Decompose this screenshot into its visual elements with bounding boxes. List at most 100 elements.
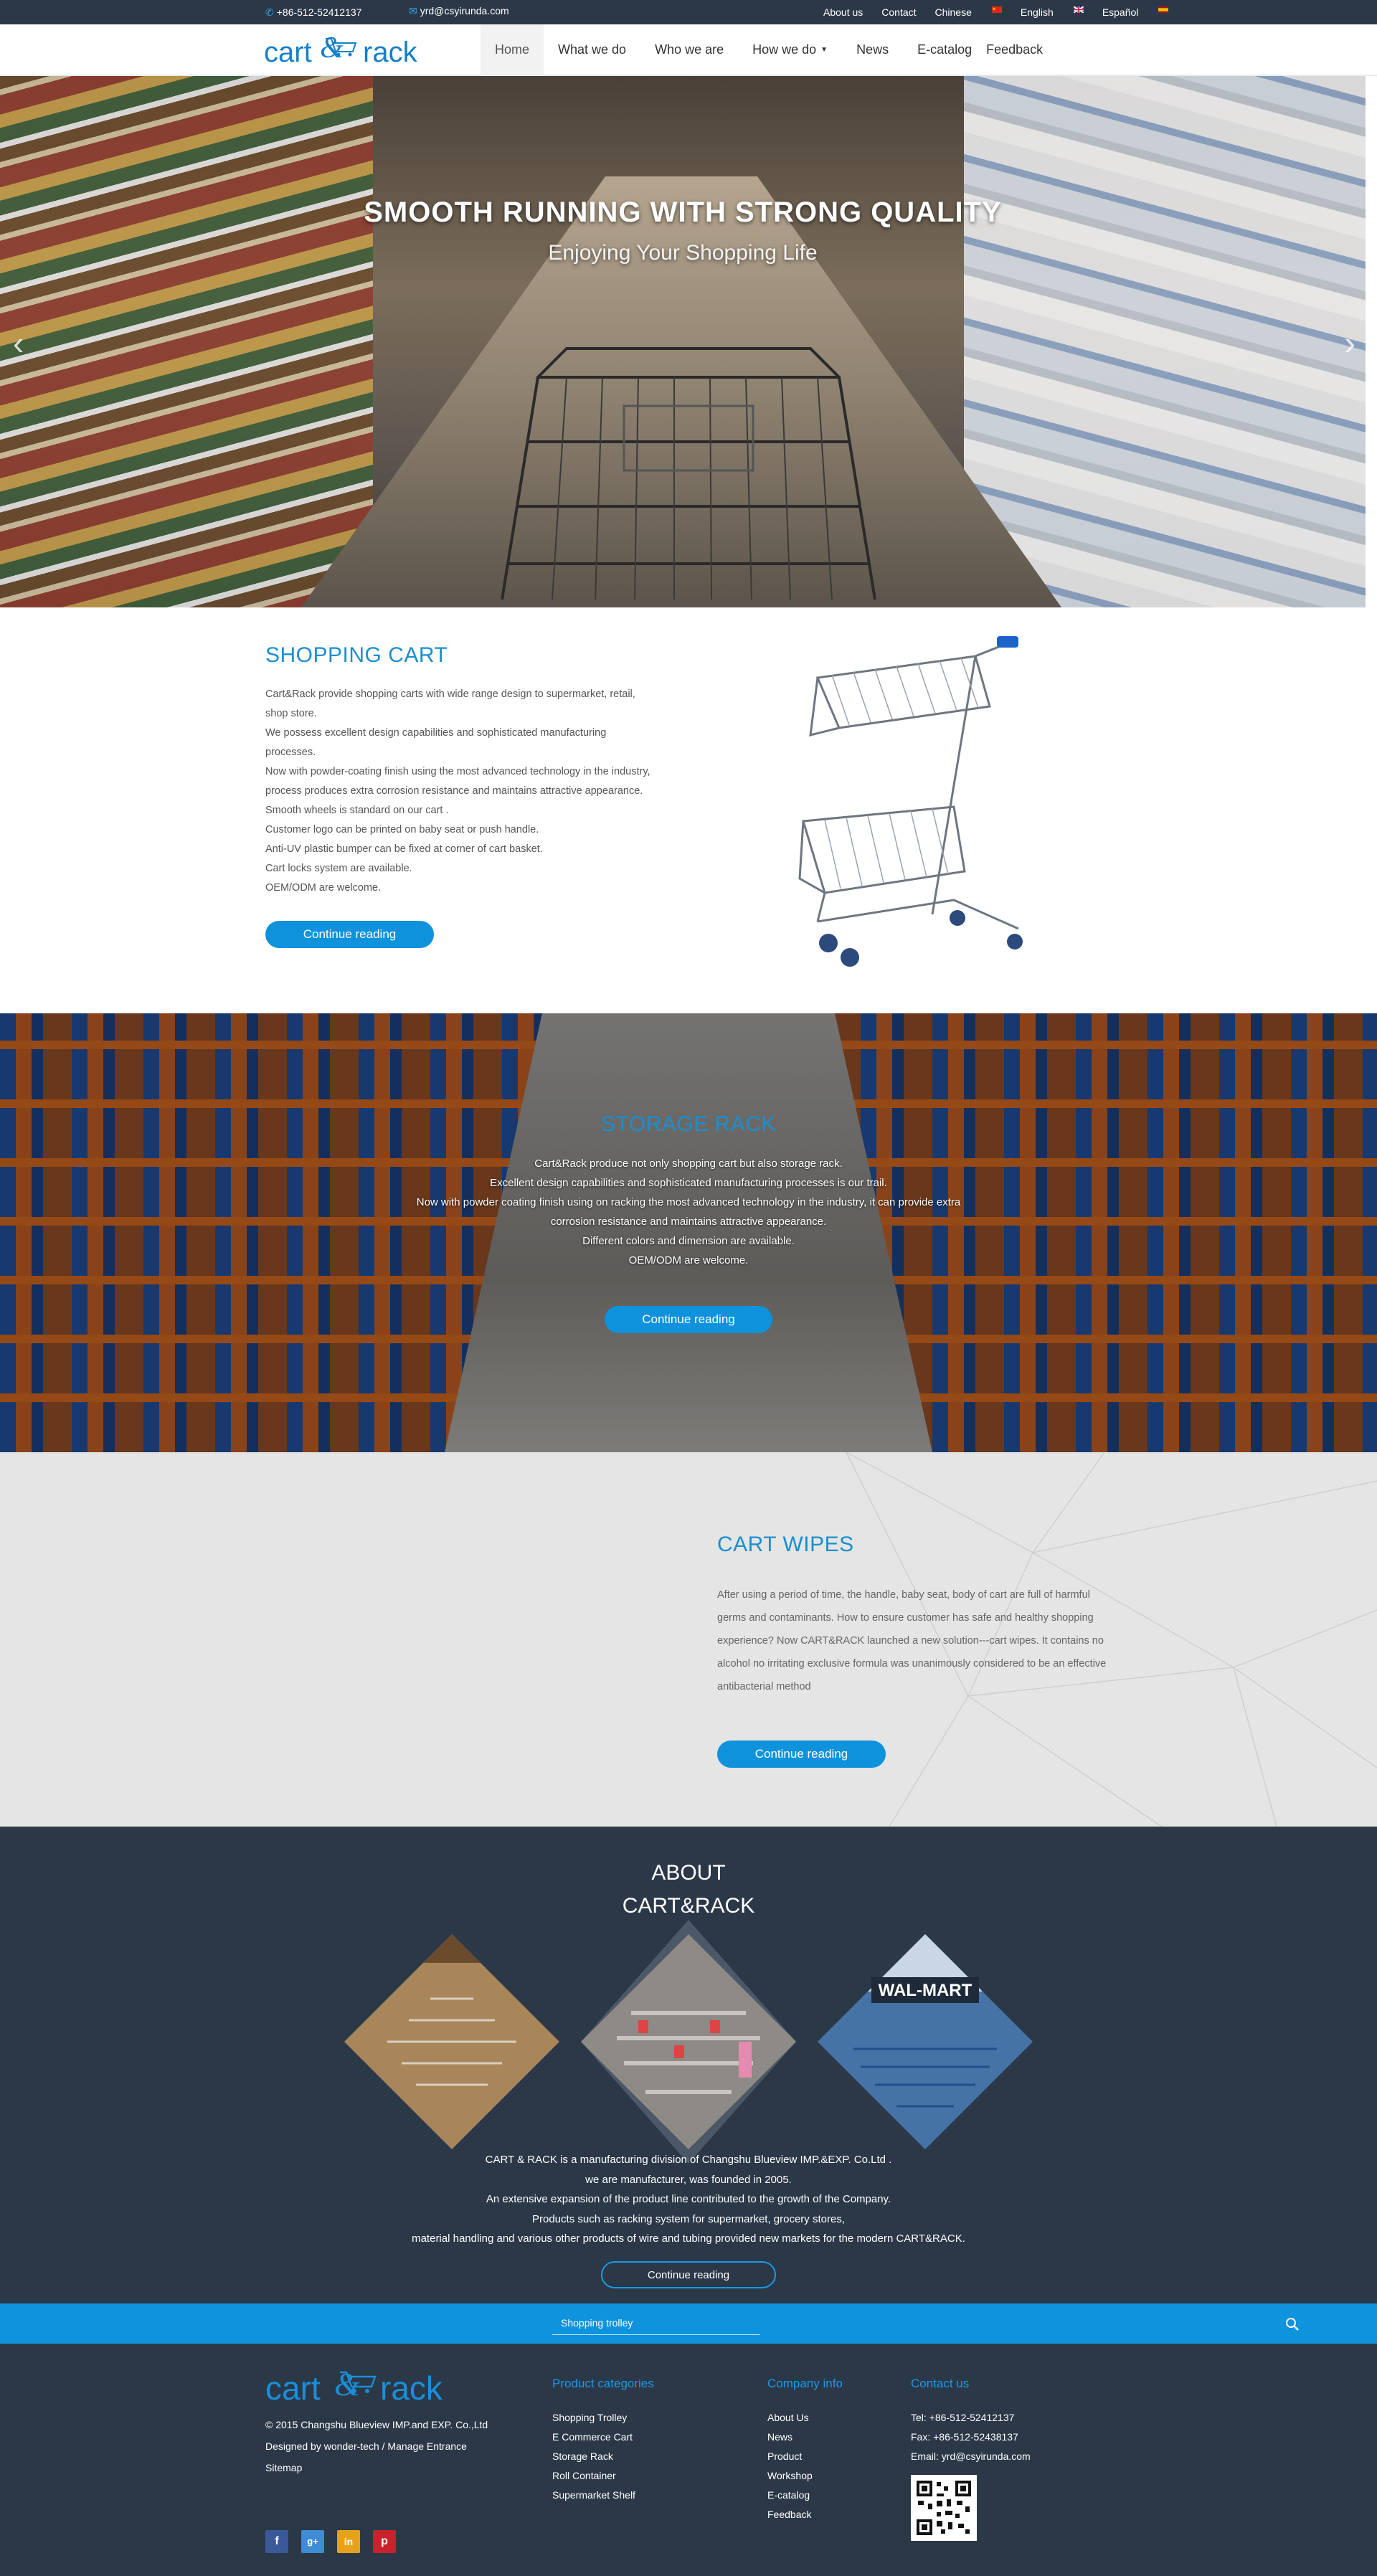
cart-wipes-line: germs and contaminants. How to ensure cu… [717,1612,1094,1624]
shopping-cart-title: SHOPPING CART [265,643,448,667]
product-categories-title: Product categories [552,2377,654,2390]
shopping-cart-line: Cart&Rack provide shopping carts with wi… [265,688,635,700]
lang-english-label[interactable]: English [1021,6,1054,18]
contact-title: Contact us [911,2377,970,2390]
top-link-contact[interactable]: Contact [881,6,916,18]
about-line: Products such as racking system for supe… [532,2212,845,2225]
about-image-walmart: WAL-MART [818,1934,1033,2149]
cart-wipes-line: alcohol no irritating exclusive formula … [717,1658,1107,1670]
storage-rack-line: Now with powder coating finish using on … [416,1196,961,1208]
shopping-cart-line: process produces extra corrosion resista… [265,785,643,797]
lang-spanish-label[interactable]: Español [1102,6,1139,18]
top-link-chinese[interactable]: Chinese [935,6,1002,18]
footer: cart & rack © 2015 Changshu Blueview IMP… [0,2344,1377,2576]
about-title-line2: CART&RACK [622,1894,755,1918]
shopping-cart-section: SHOPPING CART Cart&Rack provide shopping… [0,607,1377,1013]
hero-headline: SMOOTH RUNNING WITH STRONG QUALITY [364,196,1002,228]
about-text: CART & RACK is a manufacturing division … [0,2150,1377,2249]
svg-text:rack: rack [380,2369,443,2407]
nav-home[interactable]: Home [481,24,544,76]
search-bar [0,2303,1377,2344]
footer-link-about-us[interactable]: About Us [767,2408,843,2428]
pinterest-icon[interactable]: p [373,2530,396,2553]
china-flag-icon [991,6,1002,13]
next-slide-icon[interactable]: › [1345,323,1355,362]
hero-slider: ‹ › SMOOTH RUNNING WITH STRONG QUALITY E… [0,76,1366,607]
cart-wipes-continue-button[interactable]: Continue reading [717,1741,886,1768]
page: ✆ +86-512-52412137 ✉ yrd@csyirunda.com Abo… [0,0,1377,2576]
footer-link-supermarket-shelf[interactable]: Supermarket Shelf [552,2486,654,2505]
nav-e-catalog[interactable]: E-catalog [903,24,986,76]
nav-what-we-do[interactable]: What we do [544,24,640,76]
storage-rack-text: Cart&Rack produce not only shopping cart… [0,1154,1377,1270]
footer-link-shopping-trolley[interactable]: Shopping Trolley [552,2408,654,2428]
footer-contact: Contact us Tel: +86-512-52412137 Fax: +8… [911,2377,1031,2466]
search-icon[interactable] [1285,2317,1300,2331]
shopping-cart-line: Now with powder-coating finish using the… [265,766,650,777]
search-input[interactable] [552,2312,724,2334]
prev-slide-icon[interactable]: ‹ [13,323,24,362]
footer-logo[interactable]: cart & rack [265,2362,463,2410]
header: cart & rack Home What we do Who we are H… [0,24,1377,76]
svg-text:&: & [334,2366,360,2402]
footer-company-info: Company info About Us News Product Works… [767,2377,843,2524]
top-link-english[interactable]: English [1021,6,1084,18]
nav-how-we-do-label[interactable]: How we do [752,42,816,57]
storage-rack-line: OEM/ODM are welcome. [628,1254,749,1266]
top-link-about[interactable]: About us [823,6,863,18]
svg-text:&: & [320,32,344,65]
shopping-cart-line: We possess excellent design capabilities… [265,727,607,739]
shopping-cart-continue-button[interactable]: Continue reading [265,921,434,948]
storage-rack-line: corrosion resistance and maintains attra… [550,1216,827,1228]
top-links: About us Contact Chinese English Español [823,6,1187,18]
footer-copyright: © 2015 Changshu Blueview IMP.and EXP. Co… [265,2419,488,2430]
footer-sitemap-link[interactable]: Sitemap [265,2457,488,2478]
nav-feedback[interactable]: Feedback [986,24,1057,76]
about-line: we are manufacturer, was founded in 2005… [585,2173,792,2186]
cart-and-rack-logo[interactable]: cart & rack [264,29,429,70]
footer-link-e-commerce-cart[interactable]: E Commerce Cart [552,2428,654,2447]
top-link-spanish[interactable]: Español [1102,6,1169,18]
about-image-store-shelves [581,1934,796,2149]
footer-link-news[interactable]: News [767,2428,843,2447]
nav-news[interactable]: News [842,24,903,76]
search-field [552,2312,1299,2335]
company-info-title: Company info [767,2377,843,2390]
footer-link-storage-rack[interactable]: Storage Rack [552,2447,654,2466]
email-address[interactable]: yrd@csyirunda.com [420,5,509,16]
cart-wipes-section: CART WIPES After using a period of time,… [0,1452,1377,1827]
footer-link-e-catalog[interactable]: E-catalog [767,2486,843,2505]
linkedin-icon[interactable]: in [337,2530,360,2553]
shopping-cart-line: processes. [265,747,316,758]
storage-rack-line: Excellent design capabilities and sophis… [490,1177,887,1189]
contact-email[interactable]: Email: yrd@csyirunda.com [911,2447,1031,2466]
facebook-icon[interactable]: f [265,2530,288,2553]
footer-link-product[interactable]: Product [767,2447,843,2466]
caret-down-icon[interactable]: ▼ [820,46,828,54]
storage-rack-line: Different colors and dimension are avail… [582,1235,795,1247]
storage-rack-section: STORAGE RACK Cart&Rack produce not only … [0,1013,1377,1452]
lang-chinese-label[interactable]: Chinese [935,6,972,18]
footer-copyright-block: © 2015 Changshu Blueview IMP.and EXP. Co… [265,2414,488,2478]
svg-text:cart: cart [265,2369,321,2407]
google-plus-icon[interactable]: g+ [301,2530,324,2553]
about-continue-button[interactable]: Continue reading [601,2261,776,2288]
shopping-cart-text: Cart&Rack provide shopping carts with wi… [265,685,681,898]
email-info[interactable]: ✉ yrd@csyirunda.com [409,5,509,17]
footer-link-workshop[interactable]: Workshop [767,2466,843,2486]
footer-link-roll-container[interactable]: Roll Container [552,2466,654,2486]
storage-rack-title: STORAGE RACK [601,1112,776,1136]
cart-wipes-line: antibacterial method [717,1681,811,1692]
storage-rack-line: Cart&Rack produce not only shopping cart… [534,1157,843,1170]
nav-who-we-are[interactable]: Who we are [640,24,738,76]
svg-text:cart: cart [264,37,312,68]
cart-wipes-title: CART WIPES [717,1533,854,1556]
top-bar: ✆ +86-512-52412137 ✉ yrd@csyirunda.com Abo… [0,0,1377,24]
storage-rack-continue-button[interactable]: Continue reading [605,1306,772,1333]
nav-how-we-do[interactable]: How we do ▼ [738,24,842,76]
cart-wipes-line: experience? Now CART&RACK launched a new… [717,1635,1104,1647]
mail-icon: ✉ [409,5,417,16]
footer-link-feedback[interactable]: Feedback [767,2505,843,2524]
footer-designed-by[interactable]: Designed by wonder-tech / Manage Entranc… [265,2435,488,2457]
shopping-cart-line: Customer logo can be printed on baby sea… [265,824,539,835]
